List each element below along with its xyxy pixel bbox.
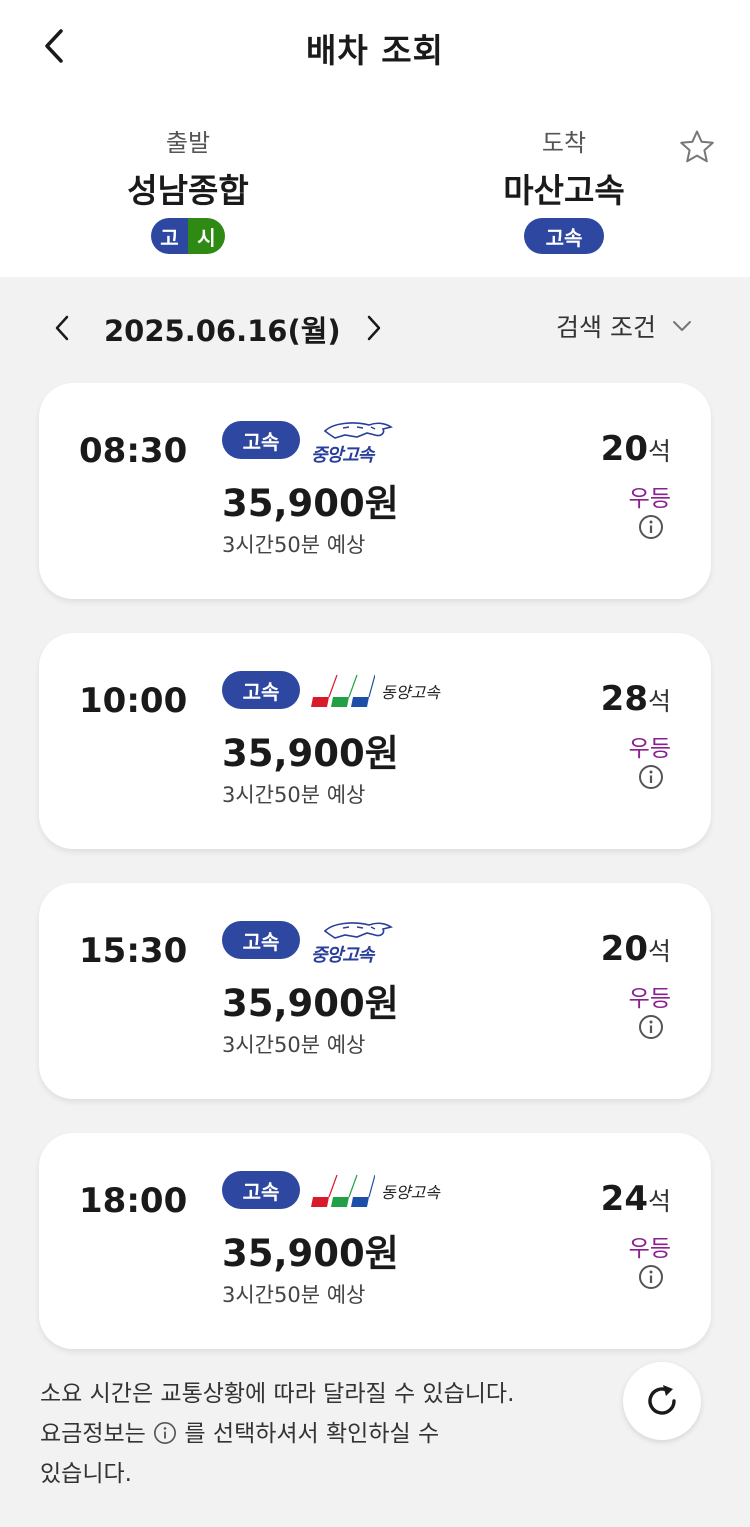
seat-count: 20 [600, 929, 648, 969]
schedule-card[interactable]: 18:00 고속 동양고속 35,900원 3시간50분 예상 24석 우등 [39, 1133, 711, 1349]
search-filter-label: 검색 조건 [556, 313, 656, 342]
info-icon [154, 1422, 177, 1444]
express-badge-half: 고 [151, 218, 188, 254]
estimated-duration: 3시간50분 예상 [222, 783, 366, 807]
seat-count: 24 [600, 1179, 648, 1219]
info-icon [639, 765, 663, 789]
next-date-button[interactable] [356, 306, 392, 350]
arrival-name: 마산고속 [503, 171, 625, 210]
remaining-seats: 28석 [601, 679, 671, 719]
departure-time: 18:00 [79, 1181, 188, 1221]
info-icon [639, 515, 663, 539]
tiger-logo-icon [323, 922, 393, 939]
notice-text-part: 요금정보는 [40, 1421, 154, 1447]
search-filter-button[interactable]: 검색 조건 [556, 308, 692, 344]
dongyang-express-logo: 동양고속 [309, 669, 459, 713]
seat-unit: 석 [647, 1187, 671, 1216]
selected-date[interactable]: 2025.06.16(월) [104, 308, 341, 350]
seat-unit: 석 [647, 687, 671, 716]
notice-line: 소요 시간은 교통상황에 따라 달라질 수 있습니다. [40, 1381, 515, 1407]
bus-class: 우등 [628, 736, 671, 762]
refresh-icon [648, 1385, 676, 1415]
departure-type-badge: 고 시 [151, 218, 225, 254]
fare-info-button[interactable] [637, 1263, 665, 1291]
bus-class: 우등 [628, 486, 671, 512]
info-icon [639, 1015, 663, 1039]
notice-text: 소요 시간은 교통상황에 따라 달라질 수 있습니다. 요금정보는 를 선택하셔… [40, 1374, 600, 1494]
route-header: 배차 조회 출발 성남종합 고 시 도착 마산고속 고속 [0, 0, 750, 277]
grade-badge: 고속 [222, 671, 300, 709]
arrival-station[interactable]: 도착 마산고속 고속 [434, 126, 694, 254]
grade-badge: 고속 [222, 1171, 300, 1209]
seat-unit: 석 [647, 937, 671, 966]
jungang-express-logo: 중앙고속 [309, 919, 459, 966]
chevron-down-icon [672, 321, 691, 331]
date-bar: 2025.06.16(월) 검색 조건 [0, 300, 750, 356]
remaining-seats: 20석 [601, 429, 671, 469]
departure-time: 08:30 [79, 431, 188, 471]
stripes-logo-icon [311, 674, 375, 707]
stripes-logo-icon [311, 1174, 375, 1207]
seat-unit: 석 [647, 437, 671, 466]
remaining-seats: 24석 [601, 1179, 671, 1219]
schedule-card[interactable]: 08:30 고속 중앙고속 35,900원 3시간50분 예상 20석 우등 [39, 383, 711, 599]
seat-count: 20 [600, 429, 648, 469]
bus-class: 우등 [628, 986, 671, 1012]
fare-info-button[interactable] [637, 1013, 665, 1041]
company-name: 중앙고속 [311, 445, 374, 466]
seat-count: 28 [600, 679, 648, 719]
notice-line: 있습니다. [40, 1461, 132, 1487]
schedule-card[interactable]: 10:00 고속 동양고속 35,900원 3시간50분 예상 28석 우등 [39, 633, 711, 849]
dongyang-express-logo: 동양고속 [309, 1169, 459, 1213]
fare-info-button[interactable] [637, 513, 665, 541]
notice-line: 요금정보는 를 선택하셔서 확인하실 수 [40, 1414, 600, 1454]
departure-label: 출발 [165, 129, 211, 157]
arrival-label: 도착 [541, 129, 587, 157]
company-name: 동양고속 [381, 1183, 440, 1202]
arrival-type-badge: 고속 [523, 218, 605, 254]
fare-price: 35,900원 [222, 732, 399, 775]
prev-date-button[interactable] [44, 306, 80, 350]
info-icon [639, 1265, 663, 1289]
departure-time: 10:00 [79, 681, 188, 721]
grade-badge: 고속 [222, 921, 300, 959]
company-name: 중앙고속 [311, 945, 374, 966]
remaining-seats: 20석 [601, 929, 671, 969]
company-name: 동양고속 [381, 683, 440, 702]
bus-class: 우등 [628, 1236, 671, 1262]
fare-price: 35,900원 [222, 482, 399, 525]
page-title: 배차 조회 [306, 31, 444, 70]
schedule-card[interactable]: 15:30 고속 중앙고속 35,900원 3시간50분 예상 20석 우등 [39, 883, 711, 1099]
fare-price: 35,900원 [222, 1232, 399, 1275]
intercity-badge-half: 시 [188, 218, 225, 254]
tiger-logo-icon [323, 422, 393, 439]
estimated-duration: 3시간50분 예상 [222, 1033, 366, 1057]
jungang-express-logo: 중앙고속 [309, 419, 459, 466]
departure-time: 15:30 [79, 931, 188, 971]
fare-price: 35,900원 [222, 982, 399, 1025]
refresh-button[interactable] [623, 1362, 701, 1440]
fare-info-button[interactable] [637, 763, 665, 791]
estimated-duration: 3시간50분 예상 [222, 1283, 366, 1307]
notice-text-part: 를 선택하셔서 확인하실 수 [177, 1421, 440, 1447]
departure-station[interactable]: 출발 성남종합 고 시 [58, 126, 318, 254]
departure-name: 성남종합 [127, 171, 249, 210]
grade-badge: 고속 [222, 421, 300, 459]
estimated-duration: 3시간50분 예상 [222, 533, 366, 557]
express-badge: 고속 [523, 218, 605, 254]
chevron-left-icon [55, 315, 69, 341]
chevron-right-icon [367, 315, 381, 341]
